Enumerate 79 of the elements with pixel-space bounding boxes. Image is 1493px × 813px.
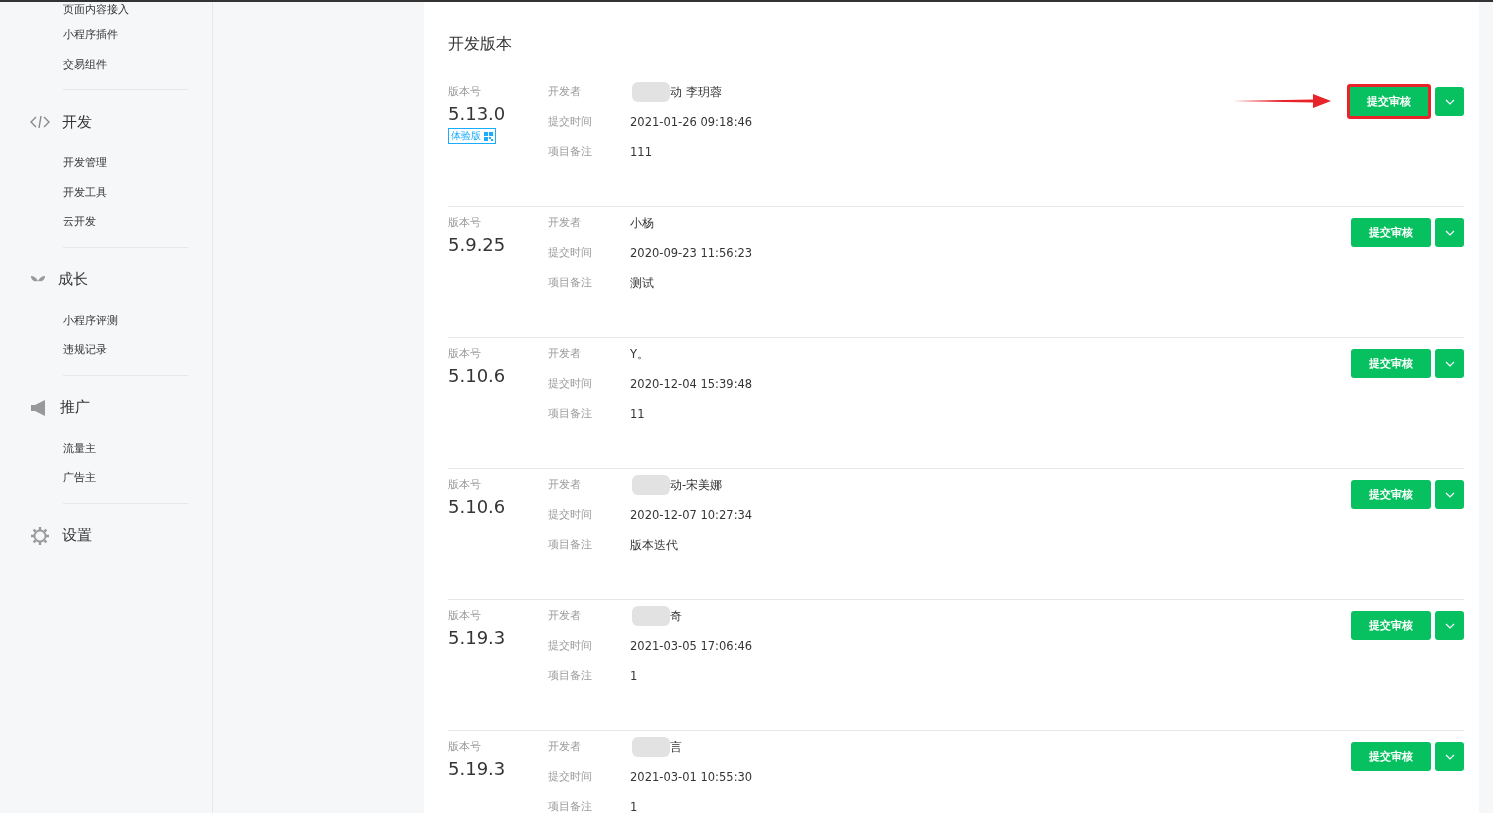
settings-icon	[30, 525, 50, 546]
field-label: 版本号	[448, 347, 481, 360]
project-note: 测试	[630, 275, 654, 291]
version-number: 5.9.25	[448, 234, 506, 255]
field-label: 开发者	[548, 84, 582, 100]
chevron-down-icon	[1444, 360, 1455, 367]
developer-name: Y。	[630, 346, 650, 362]
qr-code-icon	[484, 131, 493, 141]
chevron-down-icon	[1444, 491, 1455, 498]
chevron-down-icon	[1444, 229, 1455, 236]
sidebar-item[interactable]: 广告主	[63, 471, 96, 484]
sidebar-item[interactable]: 页面内容接入	[63, 3, 129, 16]
field-label: 提交时间	[548, 769, 593, 785]
field-label: 版本号	[448, 85, 481, 98]
developer-name: 动-宋美娜	[670, 477, 723, 493]
sidebar-item[interactable]: 交易组件	[63, 57, 107, 71]
submit-time: 2020-09-23 11:56:23	[630, 246, 753, 260]
submit-time: 2021-03-01 10:55:30	[630, 770, 753, 784]
sidebar-section-title[interactable]: 开发	[62, 112, 92, 132]
submit-time: 2020-12-07 10:27:34	[630, 508, 753, 522]
dropdown-button[interactable]	[1435, 87, 1464, 116]
field-label: 版本号	[448, 216, 481, 229]
sidebar-section-title[interactable]: 设置	[62, 526, 92, 545]
sidebar-item[interactable]: 小程序评测	[63, 313, 118, 327]
version-number: 5.10.6	[448, 496, 506, 517]
dropdown-button[interactable]	[1435, 611, 1464, 640]
field-label: 开发者	[548, 739, 582, 755]
field-label: 项目备注	[548, 144, 593, 160]
field-label: 开发者	[548, 477, 582, 493]
developer-name: 动 李玥蓉	[670, 84, 722, 100]
project-note: 1	[630, 669, 638, 683]
version-number: 5.10.6	[448, 365, 506, 386]
dropdown-button[interactable]	[1435, 742, 1464, 771]
chevron-down-icon	[1444, 753, 1455, 760]
megaphone-icon	[30, 399, 48, 416]
sidebar-item[interactable]: 违规记录	[63, 343, 107, 356]
sidebar-item[interactable]: 开发管理	[63, 156, 107, 169]
version-number: 5.19.3	[448, 627, 506, 648]
chevron-down-icon	[1444, 622, 1455, 629]
field-label: 提交时间	[548, 376, 593, 392]
developer-name: 奇	[670, 608, 682, 624]
project-note: 版本迭代	[630, 537, 678, 553]
sidebar-item[interactable]: 小程序插件	[63, 28, 118, 41]
sidebar-section-title[interactable]: 推广	[60, 398, 90, 417]
field-label: 提交时间	[548, 638, 593, 654]
submit-time: 2020-12-04 15:39:48	[630, 377, 753, 391]
field-label: 版本号	[448, 609, 481, 622]
developer-name: 言	[670, 739, 682, 755]
sidebar-section-title[interactable]: 成长	[58, 270, 88, 289]
chevron-down-icon	[1444, 98, 1455, 105]
section-title: 开发版本	[448, 34, 513, 55]
field-label: 版本号	[448, 478, 481, 491]
dropdown-button[interactable]	[1435, 218, 1464, 247]
field-label: 开发者	[548, 346, 582, 362]
developer-name: 小杨	[630, 215, 654, 231]
project-note: 11	[630, 407, 645, 421]
field-label: 提交时间	[548, 245, 593, 261]
project-note: 111	[630, 145, 652, 159]
version-number: 5.13.0	[448, 103, 506, 124]
sidebar-item[interactable]: 流量主	[63, 441, 96, 455]
field-label: 提交时间	[548, 507, 593, 523]
field-label: 项目备注	[548, 799, 593, 813]
version-number: 5.19.3	[448, 758, 506, 779]
field-label: 项目备注	[548, 537, 593, 553]
dropdown-button[interactable]	[1435, 349, 1464, 378]
field-label: 开发者	[548, 608, 582, 624]
submit-time: 2021-01-26 09:18:46	[630, 115, 753, 129]
field-label: 版本号	[448, 740, 481, 753]
field-label: 开发者	[548, 215, 582, 231]
field-label: 项目备注	[548, 668, 593, 684]
field-label: 提交时间	[548, 114, 593, 130]
sidebar-item[interactable]: 开发工具	[63, 185, 107, 199]
field-label: 项目备注	[548, 406, 593, 422]
field-label: 项目备注	[548, 275, 593, 291]
sidebar-item[interactable]: 云开发	[63, 215, 96, 228]
code-icon	[30, 115, 50, 129]
project-note: 1	[630, 800, 638, 813]
submit-time: 2021-03-05 17:06:46	[630, 639, 753, 653]
dropdown-button[interactable]	[1435, 480, 1464, 509]
